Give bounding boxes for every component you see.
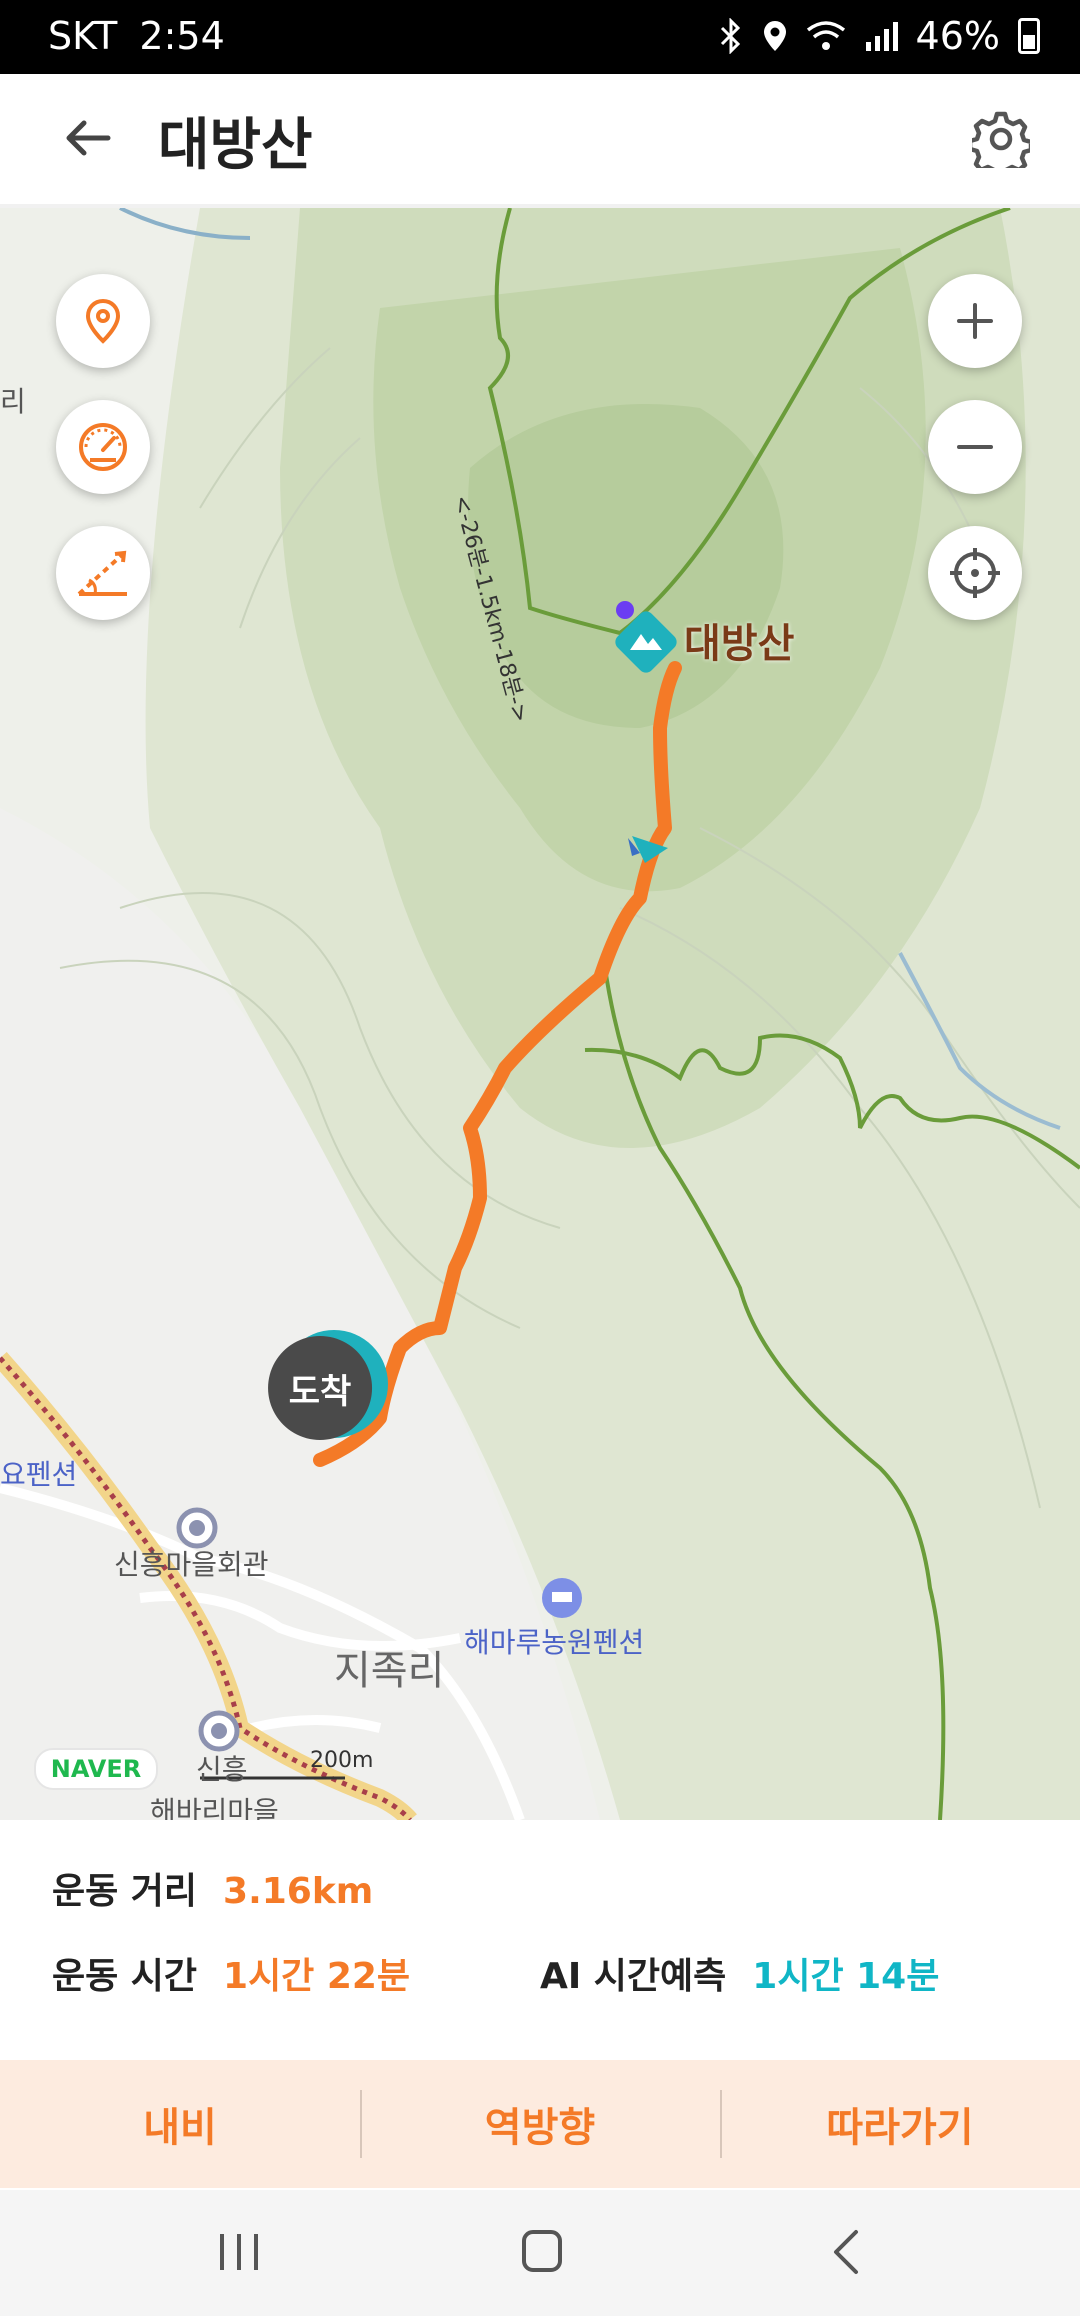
map-view[interactable]: 대방산 <-26분-1.5km-18분-> 신흥마을회관 해마루농원펜션 요펜션…: [0, 208, 1080, 1820]
stats-panel: 운동 거리 3.16km 운동 시간 1시간 22분 AI 시간예측 1시간 1…: [0, 1820, 1080, 2060]
battery-icon: [1018, 18, 1040, 54]
recent-apps-icon[interactable]: [216, 2230, 262, 2274]
place-area-2: 해바리마을: [150, 1795, 279, 1820]
status-bar: SKT 2:54 46%: [0, 0, 1080, 74]
navi-button[interactable]: 내비: [0, 2060, 360, 2188]
follow-button[interactable]: 따라가기: [720, 2060, 1080, 2188]
clock: 2:54: [139, 14, 225, 58]
summit-label: 대방산: [684, 621, 795, 667]
app-header: 대방산: [0, 74, 1080, 208]
area-icon[interactable]: [198, 1710, 240, 1752]
status-left: SKT 2:54: [48, 14, 225, 58]
arrow-left-icon[interactable]: [58, 108, 118, 168]
locate-button[interactable]: [928, 526, 1022, 620]
place-pension-2: 요펜션: [0, 1458, 78, 1491]
zoom-in-icon: [957, 303, 993, 339]
distance-label: 운동 거리: [52, 1871, 198, 1912]
carrier: SKT: [48, 14, 118, 58]
signal-icon: [865, 22, 898, 51]
naver-logo: NAVER: [34, 1748, 158, 1790]
locate-icon: [950, 548, 1000, 598]
place-edge: 리: [0, 385, 26, 418]
slope-button[interactable]: [56, 526, 150, 620]
time-value: 1시간 22분: [223, 1956, 411, 1997]
place-village: 지족리: [334, 1648, 445, 1694]
battery-percent: 46%: [915, 14, 1000, 58]
speed-button[interactable]: [56, 400, 150, 494]
pension-icon[interactable]: [542, 1578, 582, 1618]
action-bar: 내비 역방향 따라가기: [0, 2060, 1080, 2188]
gear-icon[interactable]: [972, 110, 1030, 168]
home-icon[interactable]: [520, 2228, 564, 2274]
place-pension-1: 해마루농원펜션: [464, 1626, 645, 1659]
time-label: 운동 시간: [52, 1956, 198, 1997]
status-right: 46%: [718, 14, 1040, 58]
ai-row: AI 시간예측 1시간 14분: [540, 1947, 939, 1999]
page-title: 대방산: [158, 113, 313, 178]
distance-value: 3.16km: [223, 1871, 374, 1912]
zoom-out-button[interactable]: [928, 400, 1022, 494]
zoom-in-button[interactable]: [928, 274, 1022, 368]
speedometer-icon: [79, 423, 127, 471]
place-hall: 신흥마을회관: [114, 1548, 269, 1581]
arrival-marker[interactable]: 도착: [268, 1328, 388, 1472]
back-icon[interactable]: [828, 2228, 864, 2276]
map-scale: 200m: [310, 1748, 374, 1773]
system-nav-bar: [0, 2190, 1080, 2316]
bluetooth-icon: [720, 18, 740, 54]
marker-button[interactable]: [56, 274, 150, 368]
zoom-out-icon: [957, 445, 993, 449]
place-area-1: 신흥: [196, 1753, 248, 1786]
time-row: 운동 시간 1시간 22분: [52, 1947, 410, 1999]
marker-icon: [85, 298, 121, 344]
wifi-icon: [806, 21, 845, 50]
community-hall-icon[interactable]: [176, 1507, 218, 1549]
reverse-button[interactable]: 역방향: [360, 2060, 720, 2188]
ai-label: AI 시간예측: [540, 1956, 727, 1997]
location-icon: [763, 21, 786, 51]
slope-icon: [77, 550, 127, 596]
ai-value: 1시간 14분: [752, 1956, 940, 1997]
distance-row: 운동 거리 3.16km: [52, 1862, 373, 1914]
arrival-label: 도착: [288, 1372, 352, 1412]
